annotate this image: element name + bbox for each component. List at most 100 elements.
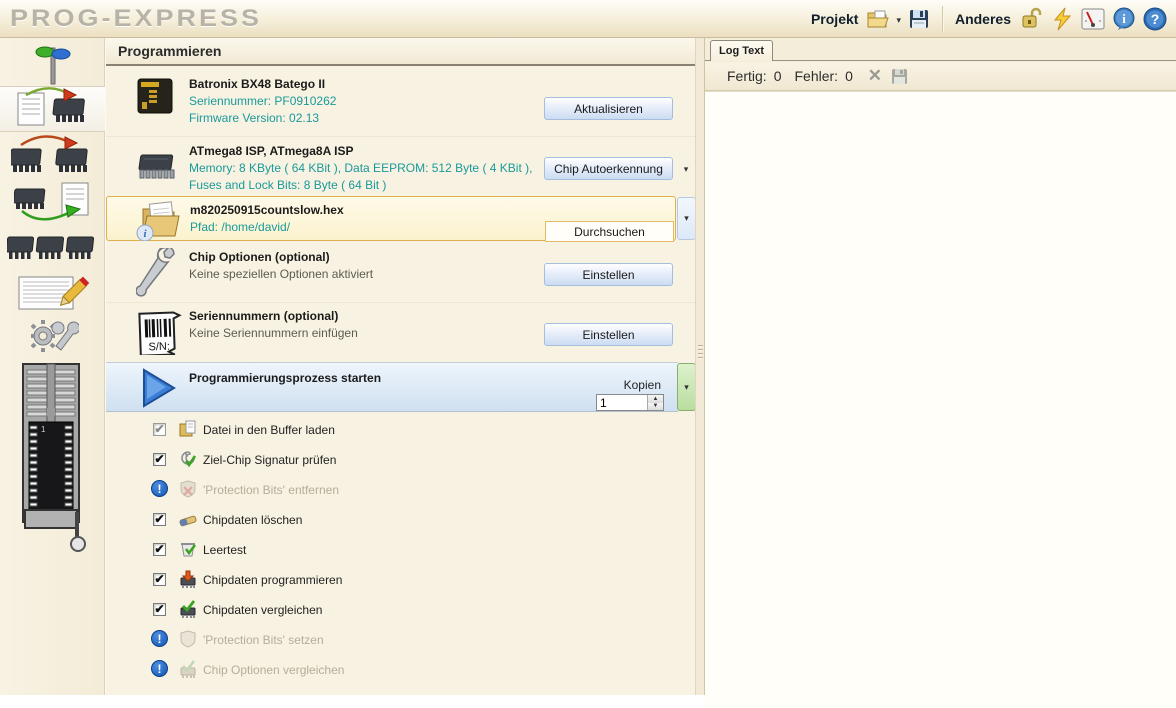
sidebar-item-read-chip[interactable] — [0, 180, 105, 226]
device-name: Batronix BX48 Batego II — [189, 77, 325, 91]
sidebar-item-multi-program[interactable] — [0, 226, 105, 272]
device-firmware: Firmware Version: 02.13 — [189, 111, 319, 125]
checkbox[interactable] — [153, 603, 166, 616]
barcode-icon: S/N: — [136, 307, 184, 360]
file-row[interactable]: i m820250915countslow.hex Pfad: /home/da… — [106, 196, 676, 241]
chip-fuses: Fuses and Lock Bits: 8 Byte ( 64 Bit ) — [189, 178, 386, 192]
copies-spin-buttons[interactable]: ▲▼ — [647, 395, 663, 410]
top-toolbar: PROG-EXPRESS Projekt Anderes — [0, 0, 1176, 38]
checkbox[interactable] — [153, 543, 166, 556]
done-count: 0 — [774, 68, 782, 84]
read-chip-to-file-icon — [14, 179, 92, 228]
log-text-area[interactable] — [705, 91, 1176, 708]
log-panel: Log Text Fertig: 0 Fehler: 0 ✕ — [705, 38, 1176, 695]
hex-file-folder-icon: i — [135, 199, 181, 246]
clear-log-icon[interactable]: ✕ — [866, 67, 884, 85]
step-erase-chip[interactable]: Chipdaten löschen — [106, 506, 696, 536]
erase-icon — [178, 509, 198, 529]
prog-express-window: PROG-EXPRESS Projekt Anderes — [0, 0, 1176, 695]
chip-name: ATmega8 ISP, ATmega8A ISP — [189, 144, 354, 158]
app-logo: PROG-EXPRESS — [10, 5, 262, 33]
aktualisieren-button[interactable]: Aktualisieren — [544, 97, 673, 120]
svg-text:1: 1 — [41, 425, 46, 434]
toolbar-separator — [942, 6, 943, 32]
file-name: m820250915countslow.hex — [190, 203, 344, 217]
play-icon — [138, 367, 178, 414]
step-blank-test[interactable]: Leertest — [106, 536, 696, 566]
open-project-dropdown[interactable] — [896, 10, 901, 28]
file-path: Pfad: /home/david/ — [190, 220, 290, 234]
flash-icon[interactable] — [1049, 6, 1075, 32]
anderes-menu[interactable]: Anderes — [953, 11, 1013, 27]
sidebar-item-program[interactable] — [0, 86, 106, 132]
help-icon[interactable]: ? — [1142, 6, 1168, 32]
svg-text:?: ? — [1151, 11, 1160, 27]
device-serial: Seriennummer: PF0910262 — [189, 94, 336, 108]
compare-options-icon — [178, 659, 198, 679]
step-remove-protection: ! 'Protection Bits' entfernen — [106, 476, 696, 506]
multi-chip-icon — [7, 225, 99, 274]
programmer-device-icon — [136, 76, 174, 121]
checkbox[interactable] — [153, 453, 166, 466]
shield-set-icon — [178, 629, 198, 649]
zif-socket-graphic: 1 — [0, 358, 105, 558]
load-file-icon — [178, 419, 198, 439]
chip-dropdown-icon[interactable] — [677, 161, 695, 177]
chip-autoerkennung-button[interactable]: Chip Autoerkennung — [544, 157, 673, 180]
chip-row[interactable]: ATmega8 ISP, ATmega8A ISP Memory: 8 KByt… — [106, 136, 696, 196]
copy-chip-to-chip-icon — [11, 133, 95, 182]
sidebar-item-start[interactable] — [0, 44, 105, 90]
device-row[interactable]: Batronix BX48 Batego II Seriennummer: PF… — [106, 70, 696, 136]
info-icon[interactable]: i — [1111, 6, 1137, 32]
save-project-icon[interactable] — [906, 6, 932, 32]
serial-numbers-row[interactable]: S/N: Seriennummern (optional) Keine Seri… — [106, 302, 696, 360]
error-count: 0 — [845, 68, 853, 84]
chip-icon — [136, 147, 180, 188]
step-load-file[interactable]: Datei in den Buffer laden — [106, 416, 696, 446]
checkbox[interactable] — [153, 573, 166, 586]
projekt-menu[interactable]: Projekt — [809, 11, 860, 27]
program-file-to-chip-icon — [14, 85, 92, 134]
copies-input[interactable] — [597, 395, 647, 410]
sidebar-item-settings[interactable] — [0, 316, 105, 362]
start-dropdown-button[interactable] — [677, 363, 696, 411]
panel-splitter[interactable] — [695, 38, 705, 695]
chip-memory: Memory: 8 KByte ( 64 KBit ), Data EEPROM… — [189, 161, 532, 175]
svg-text:S/N:: S/N: — [148, 341, 170, 354]
unlock-icon[interactable] — [1018, 6, 1044, 32]
tab-log-text[interactable]: Log Text — [710, 40, 773, 61]
blank-check-icon — [178, 539, 198, 559]
durchsuchen-button[interactable]: Durchsuchen — [545, 221, 674, 242]
verify-chip-icon — [178, 599, 198, 619]
checkbox[interactable] — [153, 423, 166, 436]
step-program-chip[interactable]: Chipdaten programmieren — [106, 566, 696, 596]
start-row[interactable]: Programmierungsprozess starten Kopien ▲▼ — [106, 362, 678, 412]
save-log-icon[interactable] — [891, 67, 909, 85]
log-status-bar: Fertig: 0 Fehler: 0 ✕ — [705, 62, 1176, 91]
error-label: Fehler: — [794, 68, 838, 84]
svg-text:i: i — [1122, 11, 1126, 26]
done-label: Fertig: — [727, 68, 767, 84]
sidebar-item-edit-buffer[interactable] — [0, 272, 105, 318]
serial-numbers-einstellen-button[interactable]: Einstellen — [544, 323, 673, 346]
splitter-grip[interactable] — [698, 343, 703, 361]
step-set-protection: ! 'Protection Bits' setzen — [106, 626, 696, 656]
signpost-icon — [33, 44, 73, 91]
log-tabbar: Log Text — [705, 38, 1176, 61]
task-sidebar: 1 — [0, 38, 105, 695]
chip-options-title: Chip Optionen (optional) — [189, 250, 330, 264]
step-check-signature[interactable]: Ziel-Chip Signatur prüfen — [106, 446, 696, 476]
chip-options-status: Keine speziellen Optionen aktiviert — [189, 267, 373, 281]
sidebar-item-copy-chip[interactable] — [0, 134, 105, 180]
chip-options-row[interactable]: Chip Optionen (optional) Keine spezielle… — [106, 244, 696, 302]
step-verify-chip[interactable]: Chipdaten vergleichen — [106, 596, 696, 626]
chip-options-einstellen-button[interactable]: Einstellen — [544, 263, 673, 286]
program-chip-icon — [178, 569, 198, 589]
checkbox[interactable] — [153, 513, 166, 526]
file-dropdown-button[interactable] — [677, 197, 696, 240]
diagnostics-gauge-icon[interactable] — [1080, 6, 1106, 32]
start-process-label: Programmierungsprozess starten — [189, 371, 381, 385]
open-project-icon[interactable] — [865, 6, 891, 32]
alert-icon: ! — [151, 630, 168, 647]
page-title: Programmieren — [106, 38, 696, 66]
